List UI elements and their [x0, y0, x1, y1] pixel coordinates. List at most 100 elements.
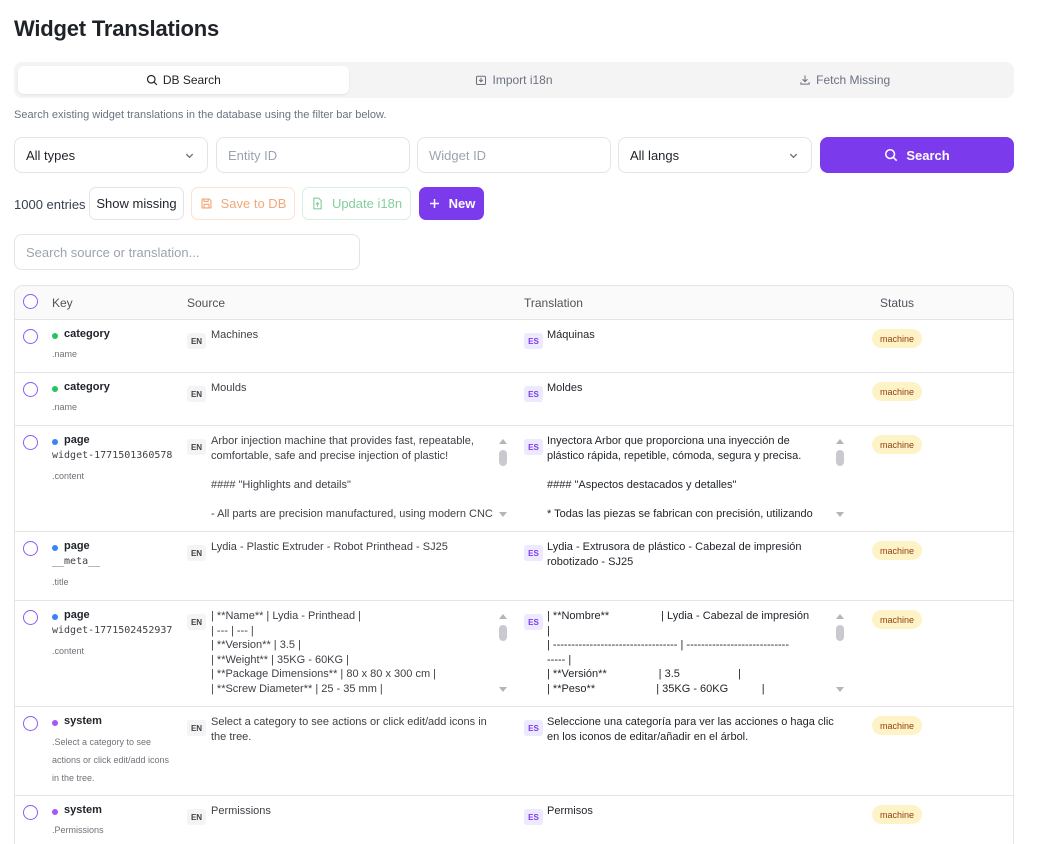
page-title: Widget Translations [14, 16, 220, 41]
plus-icon [429, 199, 439, 208]
save-icon [201, 198, 212, 209]
lang-select[interactable]: All langs [618, 137, 812, 173]
row-checkbox[interactable] [23, 329, 38, 344]
key-name: page [64, 540, 90, 552]
source-lang-badge: EN [187, 545, 206, 561]
entity-id-input[interactable]: Entity ID [216, 137, 410, 173]
header-key: Key [52, 296, 73, 310]
source-scrollbar[interactable] [499, 614, 508, 692]
tab-import-i18n[interactable]: Import i18n [349, 66, 680, 94]
source-translation-search-input[interactable]: Search source or translation... [14, 234, 360, 270]
search-button[interactable]: Search [820, 137, 1014, 173]
update-i18n-label: Update i18n [331, 196, 403, 211]
translation-lang-badge: ES [524, 333, 543, 349]
status-badge: machine [872, 805, 923, 824]
status-badge: machine [872, 541, 923, 560]
table-row[interactable]: category .name EN Moulds ES Moldes machi… [15, 373, 1013, 426]
table-row[interactable]: system .Select a category to see actions… [15, 707, 1013, 796]
translation-text[interactable]: Máquinas [547, 328, 839, 343]
translation-lang-badge: ES [524, 386, 543, 402]
select-all-checkbox[interactable] [23, 294, 38, 309]
source-text[interactable]: Select a category to see actions or clic… [211, 715, 503, 744]
table-row[interactable]: category .name EN Machines ES Máquinas m… [15, 320, 1013, 373]
source-textarea[interactable]: Arbor injection machine that provides fa… [211, 434, 503, 520]
key-sub: .title [52, 577, 69, 587]
key-name: system [64, 804, 102, 816]
tab-label: Import i18n [492, 73, 553, 87]
entity-id-placeholder: Entity ID [228, 147, 278, 163]
type-select[interactable]: All types [14, 137, 208, 173]
mode-tabs: DB Search Import i18n Fetch Missing [14, 62, 1014, 98]
translation-text[interactable]: Lydia - Extrusora de plástico - Cabezal … [547, 540, 839, 569]
key-sub: .Select a category to see actions or cli… [52, 737, 170, 783]
source-lang-badge: EN [187, 614, 206, 630]
entries-count: 1000 entries [14, 197, 86, 212]
table-row[interactable]: page __meta__ .title EN Lydia - Plastic … [15, 532, 1013, 601]
translation-lang-badge: ES [524, 614, 543, 630]
save-to-db-label: Save to DB [220, 196, 287, 211]
status-badge: machine [872, 610, 923, 629]
source-text[interactable]: Machines [211, 328, 503, 343]
translation-text[interactable]: Seleccione una categoría para ver las ac… [547, 715, 839, 744]
translation-text[interactable]: Moldes [547, 381, 839, 396]
source-lang-badge: EN [187, 386, 206, 402]
key-name: page [64, 434, 90, 446]
tab-db-search[interactable]: DB Search [18, 66, 349, 94]
source-textarea[interactable]: | **Name** | Lydia - Printhead | | --- |… [211, 609, 503, 695]
status-badge: machine [872, 382, 923, 401]
new-button[interactable]: New [419, 187, 484, 220]
translation-scrollbar[interactable] [836, 439, 845, 517]
table-row[interactable]: system .Permissions EN Permissions ES Pe… [15, 796, 1013, 844]
translation-textarea[interactable]: | **Nombre** | Lydia - Cabezal de impres… [547, 609, 839, 695]
widget-id-placeholder: Widget ID [429, 147, 487, 163]
import-icon [476, 75, 487, 86]
status-dot [52, 720, 58, 726]
translation-textarea[interactable]: Inyectora Arbor que proporciona una inye… [547, 434, 839, 520]
source-text[interactable]: Lydia - Plastic Extruder - Robot Printhe… [211, 540, 503, 555]
source-lang-badge: EN [187, 439, 206, 455]
translation-lang-badge: ES [524, 545, 543, 561]
source-lang-badge: EN [187, 720, 206, 736]
widget-id-input[interactable]: Widget ID [417, 137, 611, 173]
source-scrollbar[interactable] [499, 439, 508, 517]
row-checkbox[interactable] [23, 805, 38, 820]
key-name: category [64, 381, 110, 393]
save-to-db-button[interactable]: Save to DB [191, 187, 295, 220]
update-i18n-button[interactable]: Update i18n [302, 187, 411, 220]
search-button-label: Search [906, 147, 950, 163]
status-badge: machine [872, 435, 923, 454]
source-text[interactable]: Permissions [211, 804, 503, 819]
filter-bar: All types Entity ID Widget ID All langs … [14, 137, 1014, 173]
header-status: Status [880, 296, 915, 310]
row-checkbox[interactable] [23, 435, 38, 450]
chevron-down-icon [789, 153, 798, 159]
tab-label: Fetch Missing [816, 73, 891, 87]
status-dot [52, 439, 58, 445]
translation-text[interactable]: Permisos [547, 804, 839, 819]
table-row[interactable]: page widget-1771501360578 .content EN Ar… [15, 426, 1013, 532]
header-translation: Translation [524, 296, 583, 310]
lang-select-value: All langs [630, 147, 680, 163]
show-missing-button[interactable]: Show missing [89, 187, 184, 220]
source-text[interactable]: Moulds [211, 381, 503, 396]
status-dot [52, 809, 58, 815]
key-sub: .name [52, 349, 78, 359]
table-header: Key Source Translation Status [15, 286, 1013, 320]
translations-table: Key Source Translation Status category .… [14, 285, 1014, 844]
row-checkbox[interactable] [23, 382, 38, 397]
key-sub: .content [52, 646, 85, 656]
key-sub: .Permissions [52, 825, 104, 835]
row-checkbox[interactable] [23, 610, 38, 625]
translation-scrollbar[interactable] [836, 614, 845, 692]
new-button-label: New [448, 196, 476, 211]
tab-fetch-missing[interactable]: Fetch Missing [679, 66, 1010, 94]
search-icon [885, 148, 898, 162]
row-checkbox[interactable] [23, 716, 38, 731]
source-lang-badge: EN [187, 333, 206, 349]
row-checkbox[interactable] [23, 541, 38, 556]
download-icon [800, 75, 810, 85]
translation-lang-badge: ES [524, 439, 543, 455]
table-row[interactable]: page widget-1771502452937 .content EN | … [15, 601, 1013, 707]
key-widget-id: __meta__ [52, 556, 101, 567]
key-widget-id: widget-1771501360578 [52, 450, 173, 461]
